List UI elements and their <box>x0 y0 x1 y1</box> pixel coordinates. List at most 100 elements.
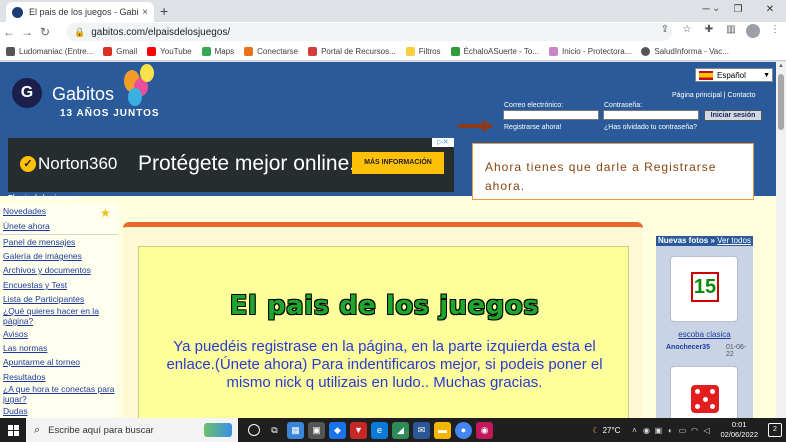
weather-moon-icon[interactable]: ☾ <box>592 426 599 435</box>
new-photos-panel: Nuevas fotos » Ver todos 15 escoba clasi… <box>656 236 753 418</box>
app-icon[interactable]: ▼ <box>350 421 367 439</box>
edge-icon[interactable]: e <box>371 421 388 439</box>
home-link[interactable]: Página principal <box>672 92 722 99</box>
photo-thumbnail[interactable]: 15 <box>670 256 738 322</box>
nav-item-novedades[interactable]: Novedades <box>3 206 115 216</box>
bookmark-item[interactable]: YouTube <box>147 46 192 56</box>
clover-icon <box>450 46 460 56</box>
bookmark-item[interactable]: Maps <box>201 46 234 56</box>
app-tray-icon[interactable]: ▣ <box>652 426 664 435</box>
bookmark-item[interactable]: ÉchaloASuerte - To... <box>450 46 539 56</box>
reload-icon[interactable]: ↻ <box>36 25 54 39</box>
nav-item-hora[interactable]: ¿A que hora te conectas para jugar? <box>3 384 115 404</box>
nav-item-dudas[interactable]: Dudas <box>3 406 115 416</box>
nav-item-mensajes[interactable]: Panel de mensajes <box>3 237 115 247</box>
balloon-icon <box>128 88 142 106</box>
browser-tab[interactable]: El pais de los juegos - Gabitos × <box>6 2 154 22</box>
restore-icon[interactable]: ❐ <box>722 0 754 22</box>
app-icon[interactable]: ◉ <box>476 421 493 439</box>
nav-item-participantes[interactable]: Lista de Participantes <box>3 294 115 304</box>
gabitos-logo-icon[interactable]: G <box>12 78 42 108</box>
close-window-icon[interactable]: ✕ <box>754 0 786 22</box>
photo-title-link[interactable]: escoba clasica <box>656 330 753 339</box>
wifi-icon[interactable]: ◠ <box>688 426 700 435</box>
sidepanel-icon[interactable]: ▥ <box>724 24 738 41</box>
extensions-icon[interactable]: ✚ <box>702 24 716 41</box>
photo-date: 01-06-22 <box>726 344 747 358</box>
nav-item-normas[interactable]: Las normas <box>3 343 115 353</box>
email-field[interactable] <box>503 110 599 120</box>
forward-icon[interactable]: → <box>18 25 36 39</box>
nav-item-galeria[interactable]: Galería de imágenes <box>3 251 115 261</box>
app-icon[interactable]: ✉ <box>413 421 430 439</box>
nav-item-resultados[interactable]: Resultados <box>3 372 115 382</box>
back-icon[interactable]: ← <box>0 25 18 39</box>
site-logo-subtitle: 13 AÑOS JUNTOS <box>60 108 160 119</box>
scroll-up-icon[interactable]: ▲ <box>778 63 784 69</box>
password-field[interactable] <box>603 110 699 120</box>
nav-item-que-hacer[interactable]: ¿Qué quieres hacer en la página? <box>3 306 115 326</box>
app-icon[interactable]: ◆ <box>329 421 346 439</box>
cortana-icon[interactable] <box>248 423 260 436</box>
login-button[interactable]: Iniciar sesión <box>704 110 762 121</box>
nav-item-unete[interactable]: Únete ahora <box>3 221 115 231</box>
weather-temp[interactable]: 27°C <box>603 426 621 435</box>
forgot-password-link[interactable]: ¿Has olvidado tu contraseña? <box>604 124 697 131</box>
menu-kebab-icon[interactable]: ⋮ <box>768 24 782 41</box>
adchoices-icon[interactable]: ▷✕ <box>432 138 454 147</box>
view-all-link[interactable]: Ver todos <box>717 236 751 245</box>
bookmark-icon <box>308 46 318 56</box>
app-icon[interactable]: ▣ <box>308 421 325 439</box>
language-select[interactable]: Español ▼ <box>695 68 773 82</box>
app-icon[interactable]: ▦ <box>287 421 304 439</box>
folder-icon <box>405 46 415 56</box>
taskbar-search[interactable]: ⌕ Escribe aquí para buscar <box>26 418 238 442</box>
bookmark-item[interactable]: Ludomaniac (Entre... <box>6 46 93 56</box>
minimize-icon[interactable]: ─ <box>690 0 722 22</box>
bookmark-item[interactable]: Filtros <box>405 46 441 56</box>
nav-item-archivos[interactable]: Archivos y documentos <box>3 265 115 275</box>
url-input[interactable]: 🔒 gabitos.com/elpaisdelosjuegos/ <box>66 23 672 41</box>
nav-item-torneo[interactable]: Apuntarme al torneo <box>3 357 115 367</box>
clock-date: 02/06/2022 <box>720 430 758 439</box>
norton-ad-banner[interactable]: ✓ Norton360 Protégete mejor online. MÁS … <box>8 138 454 192</box>
address-bar: ← → ↻ 🔒 gabitos.com/elpaisdelosjuegos/ ⇪… <box>0 22 786 42</box>
bookmark-item[interactable]: Inicio - Protectora... <box>549 46 631 56</box>
close-tab-icon[interactable]: × <box>142 7 148 18</box>
ad-headline: Protégete mejor online. <box>138 152 356 175</box>
photo-user[interactable]: Anochecer35 <box>666 344 710 351</box>
start-button[interactable] <box>0 418 26 442</box>
bookmark-star-icon[interactable]: ☆ <box>680 24 694 41</box>
page-scrollbar[interactable]: ▲ <box>776 62 786 418</box>
task-view-icon[interactable]: ⧉ <box>266 422 283 439</box>
battery-icon[interactable]: ▭ <box>676 426 688 435</box>
contact-link[interactable]: Contacto <box>728 92 756 99</box>
ad-cta-button[interactable]: MÁS INFORMACIÓN <box>352 152 444 174</box>
scrollbar-thumb[interactable] <box>778 74 784 130</box>
bookmark-item[interactable]: SaludInforma - Vac... <box>641 46 729 56</box>
share-icon[interactable]: ⇪ <box>658 24 672 41</box>
escoba-game-icon: 15 <box>691 272 719 302</box>
app-tray-icon[interactable]: ◐ <box>664 426 676 435</box>
nav-item-avisos[interactable]: Avisos <box>3 329 115 339</box>
profile-avatar[interactable] <box>746 24 760 41</box>
lock-icon[interactable]: 🔒 <box>74 27 85 38</box>
bookmark-item[interactable]: Portal de Recursos... <box>308 46 396 56</box>
app-icon[interactable]: ◢ <box>392 421 409 439</box>
file-explorer-icon[interactable]: ▬ <box>434 421 451 439</box>
site-logo-text[interactable]: Gabitos <box>52 84 114 105</box>
bookmark-item[interactable]: Conectarse <box>244 46 298 56</box>
photo-thumbnail[interactable] <box>670 366 738 418</box>
show-hidden-icon[interactable]: ˄ <box>628 426 640 435</box>
app-tray-icon[interactable]: ◉ <box>640 426 652 435</box>
notification-center-icon[interactable]: 2 <box>768 423 782 437</box>
toolbar-icons: ⇪ ☆ ✚ ▥ ⋮ <box>658 24 782 41</box>
chrome-icon[interactable]: ● <box>455 421 472 439</box>
clock[interactable]: 0:01 02/06/2022 <box>720 420 758 440</box>
register-link[interactable]: Registrarse ahora! <box>504 124 562 131</box>
new-tab-button[interactable]: + <box>160 3 168 19</box>
bookmark-item[interactable]: Gmail <box>103 46 137 56</box>
volume-icon[interactable]: ◁ <box>700 426 712 435</box>
maps-icon <box>201 46 211 56</box>
nav-item-encuestas[interactable]: Encuestas y Test <box>3 280 115 290</box>
